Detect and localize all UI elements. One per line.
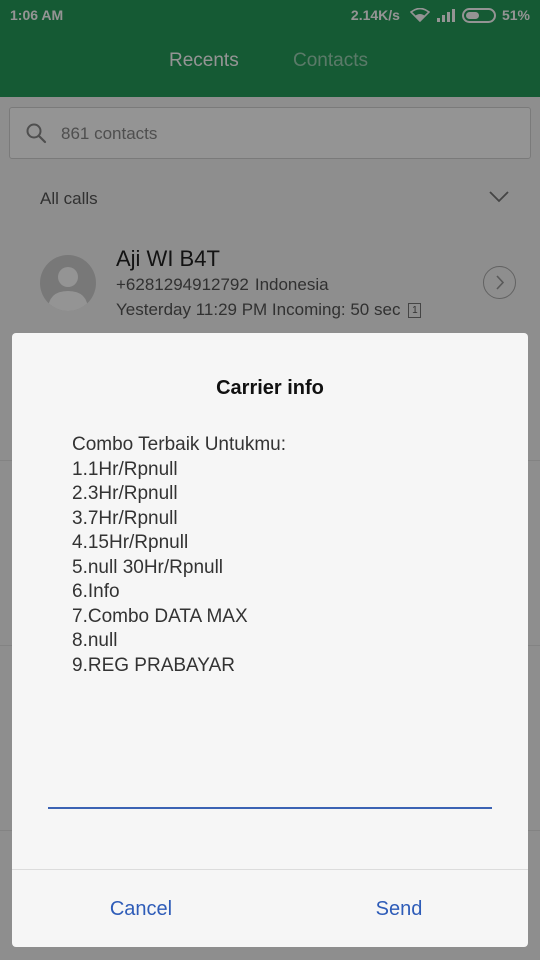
dialog-message-line: 1.1Hr/Rpnull bbox=[72, 458, 178, 480]
dialog-message-line: 6.Info bbox=[72, 581, 120, 602]
dialog-message-line: Combo Terbaik Untukmu: bbox=[72, 434, 287, 455]
dialog-message: Combo Terbaik Untukmu: 1.1Hr/Rpnull 2.3H… bbox=[72, 433, 492, 678]
cancel-button[interactable]: Cancel bbox=[12, 870, 270, 947]
dialog-message-line: 9.REG PRABAYAR bbox=[72, 654, 235, 676]
dialog-message-line: 8.null bbox=[72, 630, 118, 651]
dialog-actions: Cancel Send bbox=[12, 869, 528, 947]
dialog-message-line: 7.Combo DATA MAX bbox=[72, 605, 248, 627]
dialog-message-line: 5.null 30Hr/Rpnull bbox=[72, 556, 224, 578]
carrier-info-dialog: Carrier info Combo Terbaik Untukmu: 1.1H… bbox=[12, 333, 528, 947]
send-button[interactable]: Send bbox=[270, 870, 528, 947]
dialog-message-line: 2.3Hr/Rpnull bbox=[72, 483, 178, 504]
ussd-reply-input[interactable] bbox=[48, 773, 492, 809]
dialog-title: Carrier info bbox=[216, 377, 324, 399]
dialog-message-line: 4.15Hr/Rpnull bbox=[72, 532, 189, 553]
dialog-message-line: 3.7Hr/Rpnull bbox=[72, 507, 178, 529]
